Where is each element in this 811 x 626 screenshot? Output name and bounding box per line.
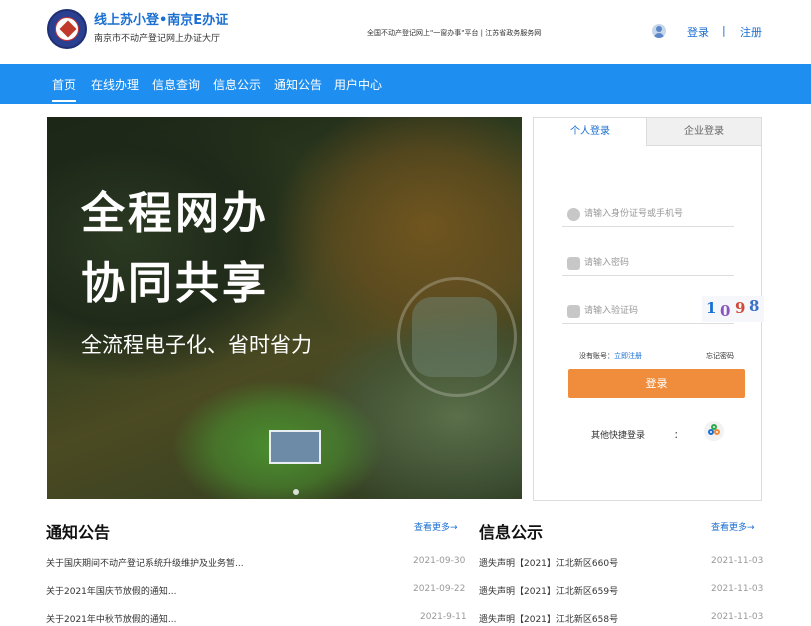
nav-info-query[interactable]: 信息查询 bbox=[152, 76, 200, 93]
banner-headline-1: 全程网办 bbox=[81, 188, 269, 239]
site-header: 线上苏小登•南京E办证 南京市不动产登记网上办证大厅 全国不动产登记网上"一窗办… bbox=[0, 0, 811, 64]
banner-headline-2: 协同共享 bbox=[81, 258, 269, 309]
captcha-image[interactable]: 1 0 9 8 bbox=[702, 296, 764, 322]
id-field bbox=[562, 203, 734, 227]
nav-info-publicity[interactable]: 信息公示 bbox=[213, 76, 261, 93]
carousel-dot[interactable] bbox=[293, 489, 299, 495]
forgot-password-link[interactable]: 忘记密码 bbox=[706, 351, 734, 361]
user-icon bbox=[652, 24, 666, 38]
id-input[interactable] bbox=[584, 206, 724, 222]
password-field bbox=[562, 252, 734, 276]
header-register-link[interactable]: 注册 bbox=[740, 24, 762, 40]
notice-item[interactable]: 关于2021年中秋节放假的通知... bbox=[46, 612, 177, 625]
person-icon bbox=[567, 208, 580, 221]
header-slogan: 全国不动产登记网上"一窗办事"平台 | 江苏省政务服务网 bbox=[367, 29, 542, 37]
register-now-link[interactable]: 立即注册 bbox=[614, 352, 642, 360]
captcha-field: 1 0 9 8 bbox=[562, 296, 764, 324]
quick-login-icon[interactable] bbox=[704, 421, 724, 441]
notice-date: 2021-9-11 bbox=[420, 612, 467, 622]
site-logo[interactable] bbox=[47, 9, 87, 49]
no-account-text: 没有账号：立即注册 bbox=[579, 351, 642, 361]
notice-date: 2021-09-22 bbox=[413, 584, 466, 594]
notice-title: 通知公告 bbox=[46, 523, 111, 542]
nav-user-center[interactable]: 用户中心 bbox=[334, 76, 382, 93]
publicity-item[interactable]: 遗失声明【2021】江北新区660号 bbox=[479, 556, 618, 569]
password-input[interactable] bbox=[584, 255, 724, 271]
tab-personal-login[interactable]: 个人登录 bbox=[534, 118, 646, 146]
publicity-item[interactable]: 遗失声明【2021】江北新区658号 bbox=[479, 612, 618, 625]
site-title[interactable]: 线上苏小登•南京E办证 bbox=[94, 9, 228, 28]
nav-home[interactable]: 首页 bbox=[52, 76, 77, 102]
notice-item[interactable]: 关于国庆期间不动产登记系统升级维护及业务暂... bbox=[46, 556, 244, 569]
publicity-date: 2021-11-03 bbox=[711, 556, 764, 566]
other-login-colon: ： bbox=[674, 431, 684, 441]
nav-online-handling[interactable]: 在线办理 bbox=[91, 76, 139, 93]
notice-item[interactable]: 关于2021年国庆节放假的通知... bbox=[46, 584, 177, 597]
publicity-date: 2021-11-03 bbox=[711, 612, 764, 622]
header-login-link[interactable]: 登录 bbox=[687, 24, 709, 40]
captcha-char: 0 bbox=[720, 302, 731, 320]
publicity-title: 信息公示 bbox=[479, 523, 544, 542]
logo-emblem bbox=[55, 17, 79, 41]
header-separator: | bbox=[722, 24, 726, 37]
banner-pond bbox=[412, 297, 497, 377]
publicity-more-link[interactable]: 查看更多→ bbox=[711, 520, 755, 533]
nav-notice[interactable]: 通知公告 bbox=[274, 76, 322, 93]
banner-tagline: 全流程电子化、省时省力 bbox=[81, 333, 312, 357]
captcha-char: 9 bbox=[735, 299, 746, 317]
logo-mark bbox=[59, 20, 77, 38]
login-button[interactable]: 登录 bbox=[568, 369, 745, 398]
captcha-char: 1 bbox=[706, 299, 717, 317]
main-nav: 首页 在线办理 信息查询 信息公示 通知公告 用户中心 bbox=[0, 64, 811, 104]
lock-icon bbox=[567, 257, 580, 270]
publicity-item[interactable]: 遗失声明【2021】江北新区659号 bbox=[479, 584, 618, 597]
no-account-label: 没有账号： bbox=[579, 352, 614, 360]
captcha-icon bbox=[567, 305, 580, 318]
publicity-date: 2021-11-03 bbox=[711, 584, 764, 594]
other-login-label: 其他快捷登录 bbox=[591, 431, 646, 441]
tab-enterprise-login[interactable]: 企业登录 bbox=[646, 118, 761, 146]
notice-more-link[interactable]: 查看更多→ bbox=[414, 520, 458, 533]
login-panel: 个人登录 企业登录 1 0 9 8 没有账号：立即注册 忘记密码 登录 其他快捷… bbox=[533, 117, 764, 501]
site-subtitle: 南京市不动产登记网上办证大厅 bbox=[94, 34, 221, 44]
notice-date: 2021-09-30 bbox=[413, 556, 466, 566]
hero-banner[interactable]: 全程网办 协同共享 全流程电子化、省时省力 bbox=[47, 117, 522, 499]
banner-building bbox=[269, 430, 321, 464]
captcha-char: 8 bbox=[749, 297, 760, 315]
